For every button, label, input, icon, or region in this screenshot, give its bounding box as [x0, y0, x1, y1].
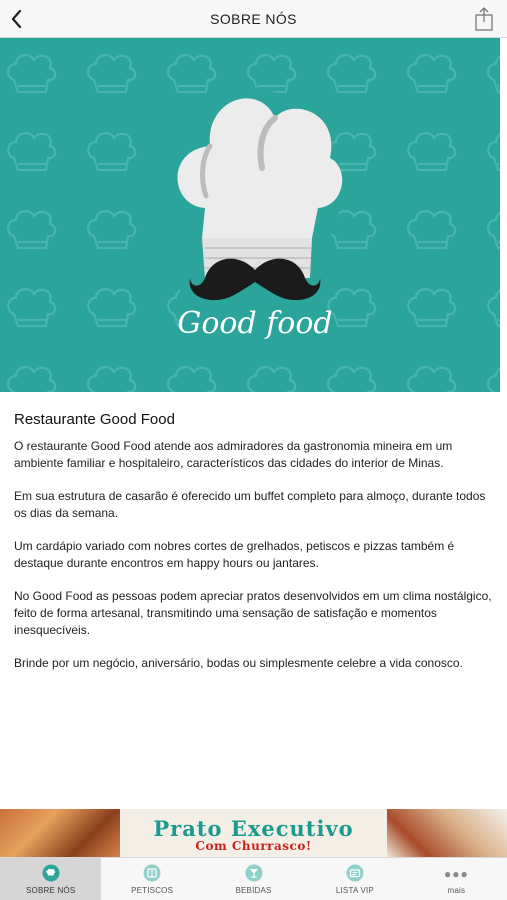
- about-paragraph: O restaurante Good Food atende aos admir…: [14, 439, 453, 470]
- more-dots-icon: ●●●: [443, 867, 469, 881]
- tab-petiscos[interactable]: PETISCOS: [101, 858, 202, 900]
- top-nav-bar: SOBRE NÓS: [0, 0, 507, 38]
- share-icon: [475, 7, 493, 31]
- tab-label: BEBIDAS: [235, 886, 272, 895]
- about-paragraph: Em sua estrutura de casarão é oferecido …: [14, 489, 486, 520]
- tab-label: SOBRE NÓS: [26, 886, 76, 895]
- drinks-icon: [245, 864, 263, 882]
- bottom-tab-bar: SOBRE NÓS PETISCOS BEBIDAS LISTA VIP ●●●…: [0, 857, 507, 900]
- share-button[interactable]: [473, 6, 495, 32]
- good-food-logo: Good food: [0, 38, 500, 392]
- about-content: Restaurante Good Food O restaurante Good…: [14, 411, 492, 688]
- menu-book-icon: [143, 864, 161, 882]
- restaurant-heading: Restaurante Good Food: [14, 411, 175, 428]
- tab-mais[interactable]: ●●● mais: [406, 858, 507, 900]
- tab-bebidas[interactable]: BEBIDAS: [203, 858, 304, 900]
- promo-subtitle: Com Churrasco!: [195, 839, 312, 853]
- tab-label: LISTA VIP: [335, 886, 374, 895]
- tab-label: mais: [447, 886, 466, 895]
- about-paragraph: Um cardápio variado com nobres cortes de…: [14, 539, 455, 570]
- vip-list-icon: [346, 864, 364, 882]
- about-paragraph: Brinde por um negócio, aniversário, boda…: [14, 656, 463, 670]
- promo-banner[interactable]: Prato Executivo Com Churrasco!: [0, 809, 507, 857]
- tab-sobre-nos[interactable]: SOBRE NÓS: [0, 858, 102, 900]
- tab-lista-vip[interactable]: LISTA VIP: [304, 858, 405, 900]
- logo-text: Good food: [177, 306, 332, 341]
- about-paragraph: No Good Food as pessoas podem apreciar p…: [14, 589, 492, 637]
- hero-banner: Good food: [0, 38, 500, 392]
- chef-hat-icon: [42, 864, 60, 882]
- promo-title: Prato Executivo: [153, 816, 354, 841]
- page-title: SOBRE NÓS: [210, 11, 297, 27]
- tab-label: PETISCOS: [131, 886, 174, 895]
